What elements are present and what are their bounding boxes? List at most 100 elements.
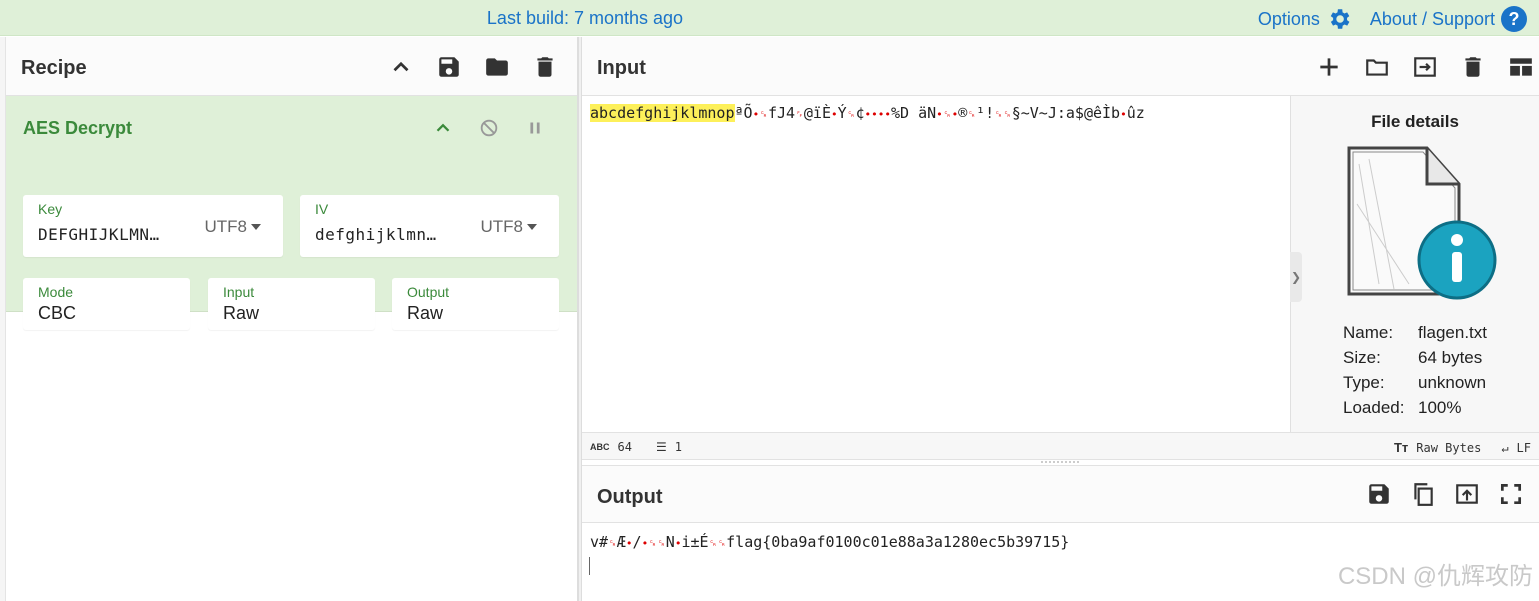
clear-input-trash-icon[interactable] [1459,53,1487,81]
maximise-output-icon[interactable] [1497,480,1525,508]
copy-output-icon[interactable] [1409,480,1437,508]
control-char-icon: •␍• [936,108,959,121]
clear-recipe-trash-icon[interactable] [531,53,559,81]
pause-breakpoint-icon[interactable] [521,114,549,142]
control-char-icon: ␍␍ [708,537,727,550]
output-text-segment: N [665,533,675,551]
input-title: Input [597,57,646,79]
load-recipe-folder-icon[interactable] [483,53,511,81]
iv-field[interactable]: IV defghijklmn… UTF8 [300,195,559,257]
encoding-selector[interactable]: Tт Raw Bytes [1394,440,1481,455]
input-format-select[interactable]: Input Raw [208,278,375,330]
output-text-segment: i±É [681,533,709,551]
about-support-label: About / Support [1369,8,1495,29]
abc-icon: ABC [590,442,610,452]
key-field[interactable]: Key DEFGHIJKLMN… UTF8 [23,195,283,257]
options-link[interactable]: Options [1258,6,1352,32]
text-cursor [589,557,590,575]
input-text-segment: ¹! [976,104,995,122]
size-label: Size: [1343,347,1381,367]
add-tab-plus-icon[interactable] [1315,53,1343,81]
file-type: unknown [1418,372,1487,392]
options-label: Options [1257,8,1320,29]
mode-label: Mode [38,284,74,300]
file-details-title: File details [1371,112,1459,131]
input-textarea[interactable]: abcdefghijklmnopªÕ•␍fJ4␌@ïÈ•Ý␍¢••••%D äN… [582,96,1290,432]
output-header: Output [582,465,1539,523]
key-encoding-label: UTF8 [204,217,248,236]
resize-grip[interactable] [1040,460,1080,464]
top-banner: Last build: 7 months ago Options About /… [0,0,1539,36]
key-value[interactable]: DEFGHIJKLMN… [38,225,160,244]
iv-label: IV [315,201,329,217]
line-count: ☰ 1 [656,440,682,454]
input-text-segment: ® [958,104,968,122]
char-count: ABC 64 [590,440,632,454]
iv-encoding-dropdown[interactable]: UTF8 [480,217,537,237]
output-format-label: Output [407,284,450,300]
input-status-bar: ABC 64 ☰ 1 Tт Raw Bytes ↵ LF [582,432,1539,460]
collapse-details-chevron-icon[interactable]: ❯ [1290,252,1302,302]
file-size: 64 bytes [1418,347,1483,367]
file-loaded: 100% [1418,397,1462,417]
iv-value[interactable]: defghijklmn… [315,225,437,244]
aes-decrypt-operation: AES Decrypt Key DEFGHIJKLMN… UTF8 IV def… [6,96,577,330]
output-flag-text: flag{0ba9af0100c01e88a3a1280ec5b39715} [726,533,1070,551]
iv-encoding-label: UTF8 [480,217,524,236]
input-content[interactable]: abcdefghijklmnopªÕ•␍fJ4␌@ïÈ•Ý␍¢••••%D äN… [590,104,1145,122]
input-highlighted-text: abcdefghijklmnop [590,104,735,122]
char-count-value: 64 [617,440,632,454]
gear-icon [1330,9,1350,29]
collapse-chevron-up-icon[interactable] [387,53,415,81]
file-info-icon [1347,146,1497,300]
output-title: Output [597,486,663,508]
eol-selector[interactable]: ↵ LF [1501,441,1531,455]
chevron-up-icon[interactable] [429,114,457,142]
line-count-value: 1 [674,440,682,454]
input-format-value: Raw [223,303,260,323]
input-text-segment: ûz [1126,104,1145,122]
control-char-icon: •••• [864,108,892,121]
input-text-segment: fJ4 [768,104,796,122]
output-text-segment: Æ [616,533,626,551]
control-char-icon: •␍ [752,108,768,121]
disable-operation-icon[interactable] [475,114,503,142]
return-arrow-icon: ↵ [1501,440,1509,455]
recipe-title: Recipe [21,57,87,79]
input-format-label: Input [223,284,255,300]
key-label: Key [38,201,63,217]
output-content[interactable]: v#␍Æ•/•␍␍N•i±É␍␍flag{0ba9af0100c01e88a3a… [590,533,1069,551]
open-file-import-icon[interactable] [1411,53,1439,81]
input-header: Input [582,37,1539,96]
reset-layout-icon[interactable] [1507,53,1535,81]
file-name: flagen.txt [1418,322,1487,342]
open-folder-icon[interactable] [1363,53,1391,81]
name-label: Name: [1343,322,1394,342]
input-text-segment: %D äN [891,104,937,122]
mode-value: CBC [38,303,77,323]
key-encoding-dropdown[interactable]: UTF8 [204,217,261,237]
about-support-link[interactable]: About / Support ? [1370,6,1527,32]
control-char-icon: • [1120,108,1127,121]
input-text-segment: Ý [837,104,847,122]
left-resize-edge[interactable] [0,37,6,601]
replace-input-icon[interactable] [1453,480,1481,508]
recipe-header: Recipe [6,37,577,96]
output-format-value: Raw [407,303,444,323]
last-build-text: Last build: 7 months ago [486,8,684,28]
caret-down-icon [527,224,537,230]
banner-links: Options About / Support ? [1258,6,1527,32]
output-format-select[interactable]: Output Raw [392,278,559,330]
input-text-segment: ªÕ [734,104,753,122]
save-recipe-icon[interactable] [435,53,463,81]
control-char-icon: • [831,108,838,121]
output-textarea[interactable]: v#␍Æ•/•␍␍N•i±É␍␍flag{0ba9af0100c01e88a3a… [582,523,1539,601]
control-char-icon: ␌ [795,108,804,121]
text-format-icon: Tт [1393,440,1409,455]
recipe-panel: Recipe AES Decrypt Key DEFGHIJKLMN… UTF8… [0,37,578,601]
eol-value: LF [1516,440,1531,455]
save-output-icon[interactable] [1365,480,1393,508]
control-char-icon: ␍␍ [994,108,1012,121]
control-char-icon: • [625,537,633,550]
mode-select[interactable]: Mode CBC [23,278,190,330]
